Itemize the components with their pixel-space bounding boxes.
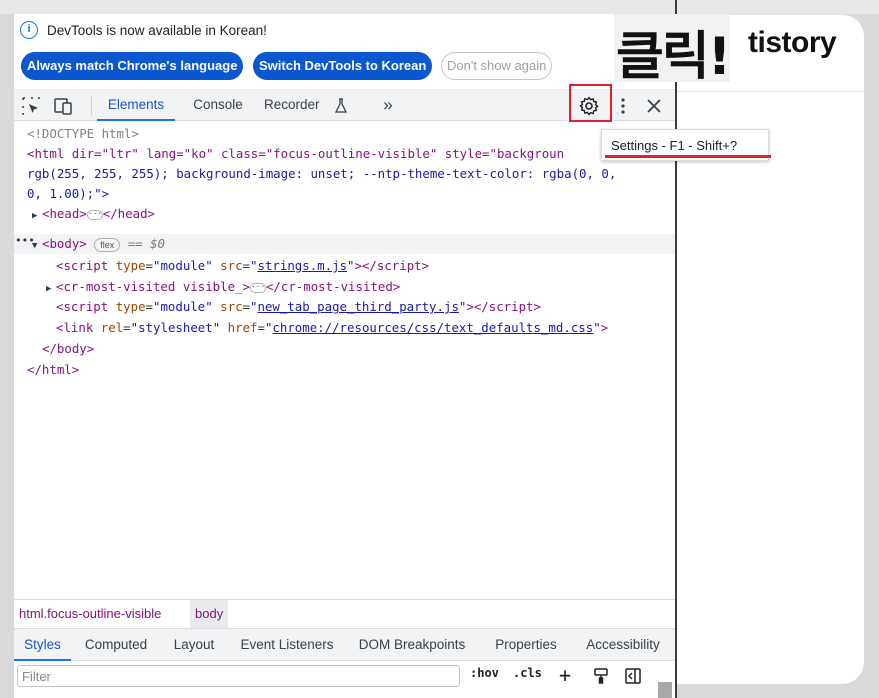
head-close-text: </head> [102, 206, 155, 221]
hover-state-toggle[interactable]: :hov [470, 666, 499, 680]
dom-html-open-line2: rgb(255, 255, 255); background-image: un… [27, 164, 676, 184]
collapsed-dots-icon[interactable]: ··· [86, 209, 103, 220]
html-close-text: </html> [27, 362, 80, 377]
toolbar-separator [91, 96, 92, 116]
class-toggle[interactable]: .cls [513, 666, 542, 680]
dom-cr-most-visited[interactable]: ▶ <cr-most-visited visible_>···</cr-most-… [46, 277, 676, 297]
dom-body-node[interactable]: ▼ <body> flex == $0 [32, 234, 676, 254]
expand-triangle-icon[interactable]: ▶ [32, 206, 42, 226]
dom-html-close[interactable]: </html> [27, 360, 676, 380]
info-icon: i [20, 21, 38, 39]
collapsed-dots-icon[interactable]: ··· [249, 282, 266, 293]
tooltip-red-underline [605, 155, 771, 158]
close-devtools-icon[interactable] [643, 95, 665, 117]
dom-script-third-party[interactable]: <script type="module" src="new_tab_page_… [56, 297, 676, 317]
tab-console[interactable]: Console [184, 90, 252, 121]
strings-script-link[interactable]: strings.m.js [257, 258, 347, 273]
breadcrumb-body[interactable]: body [190, 600, 229, 628]
page-divider [676, 91, 864, 92]
stylesheet-link[interactable]: chrome://resources/css/text_defaults_md.… [272, 320, 593, 335]
language-infobar: i DevTools is now available in Korean! A… [14, 14, 676, 89]
dom-head-node[interactable]: ▶ <head>···</head> [32, 204, 676, 224]
tab-accessibility[interactable]: Accessibility [577, 629, 669, 661]
more-tabs-chevron-icon[interactable]: » [376, 90, 400, 121]
inspect-element-icon[interactable] [20, 95, 42, 117]
web-page-viewport [676, 14, 864, 684]
node-actions-dots-icon[interactable]: ••• [15, 234, 35, 247]
styles-filter-row: Filter :hov .cls + [14, 662, 676, 698]
dom-script-strings[interactable]: <script type="module" src="strings.m.js"… [56, 256, 676, 276]
cr-most-visited-close: </cr-most-visited> [265, 279, 401, 294]
selected-node-marker: == $0 [127, 236, 166, 251]
doctype-text: <!DOCTYPE html> [27, 126, 139, 141]
head-open-text: <head> [42, 206, 87, 221]
tab-recorder-label: Recorder [264, 97, 320, 112]
html-open-text-3: 0, 1.00);"> [27, 186, 110, 201]
dom-html-open-line3: 0, 1.00);"> [27, 184, 676, 204]
korean-click-logo: 클릭! [616, 27, 731, 87]
body-open-text: <body> [42, 236, 87, 251]
match-chrome-language-button[interactable]: Always match Chrome's language [21, 52, 244, 80]
devtools-panel: i DevTools is now available in Korean! A… [14, 14, 676, 698]
devtools-splitter[interactable] [675, 0, 677, 698]
tistory-logo: tistory [748, 26, 837, 59]
browser-top-strip [0, 0, 879, 14]
toggle-sidebar-icon[interactable] [624, 667, 642, 685]
dom-html-open-line1[interactable]: <html dir="ltr" lang="ko" class="focus-o… [27, 144, 676, 164]
sidebar-tabs: Styles Computed Layout Event Listeners D… [14, 628, 676, 661]
breadcrumb-html[interactable]: html.focus-outline-visible [14, 600, 166, 628]
dom-doctype[interactable]: <!DOCTYPE html> [27, 124, 676, 144]
switch-to-korean-button[interactable]: Switch DevTools to Korean [253, 52, 433, 80]
device-toolbar-icon[interactable] [52, 95, 74, 117]
tab-layout[interactable]: Layout [168, 629, 220, 661]
kebab-menu-icon[interactable] [612, 95, 634, 117]
tab-styles[interactable]: Styles [14, 629, 71, 661]
tab-elements[interactable]: Elements [97, 90, 175, 121]
tab-event-listeners[interactable]: Event Listeners [234, 629, 340, 661]
tab-dom-breakpoints[interactable]: DOM Breakpoints [352, 629, 472, 661]
dont-show-again-button[interactable]: Don't show again [441, 52, 553, 80]
body-close-text: </body> [42, 341, 95, 356]
expand-triangle-icon[interactable]: ▶ [46, 279, 56, 299]
tab-recorder[interactable]: Recorder [264, 90, 334, 121]
dom-body-close[interactable]: </body> [42, 339, 676, 359]
cr-most-visited-open: <cr-most-visited visible_> [56, 279, 250, 294]
dom-tree: <!DOCTYPE html> <html dir="ltr" lang="ko… [14, 122, 676, 612]
paint-brush-icon[interactable] [592, 667, 610, 685]
styles-filter-input[interactable]: Filter [17, 665, 460, 687]
tab-computed[interactable]: Computed [76, 629, 156, 661]
settings-highlight-box [569, 84, 612, 122]
html-open-text-1: <html dir="ltr" lang="ko" class="focus-o… [27, 146, 565, 161]
infobar-message: DevTools is now available in Korean! [47, 23, 267, 38]
html-open-text-2: rgb(255, 255, 255); background-image: un… [27, 166, 617, 181]
breadcrumb: html.focus-outline-visible body [14, 599, 676, 628]
experiment-flask-icon [334, 98, 348, 113]
scrollbar-thumb[interactable] [658, 682, 672, 698]
flex-badge[interactable]: flex [94, 237, 121, 252]
third-party-script-link[interactable]: new_tab_page_third_party.js [257, 299, 458, 314]
new-style-rule-plus-icon[interactable]: + [559, 663, 571, 687]
tab-properties[interactable]: Properties [488, 629, 564, 661]
dom-link-stylesheet[interactable]: <link rel="stylesheet" href="chrome://re… [56, 318, 676, 338]
